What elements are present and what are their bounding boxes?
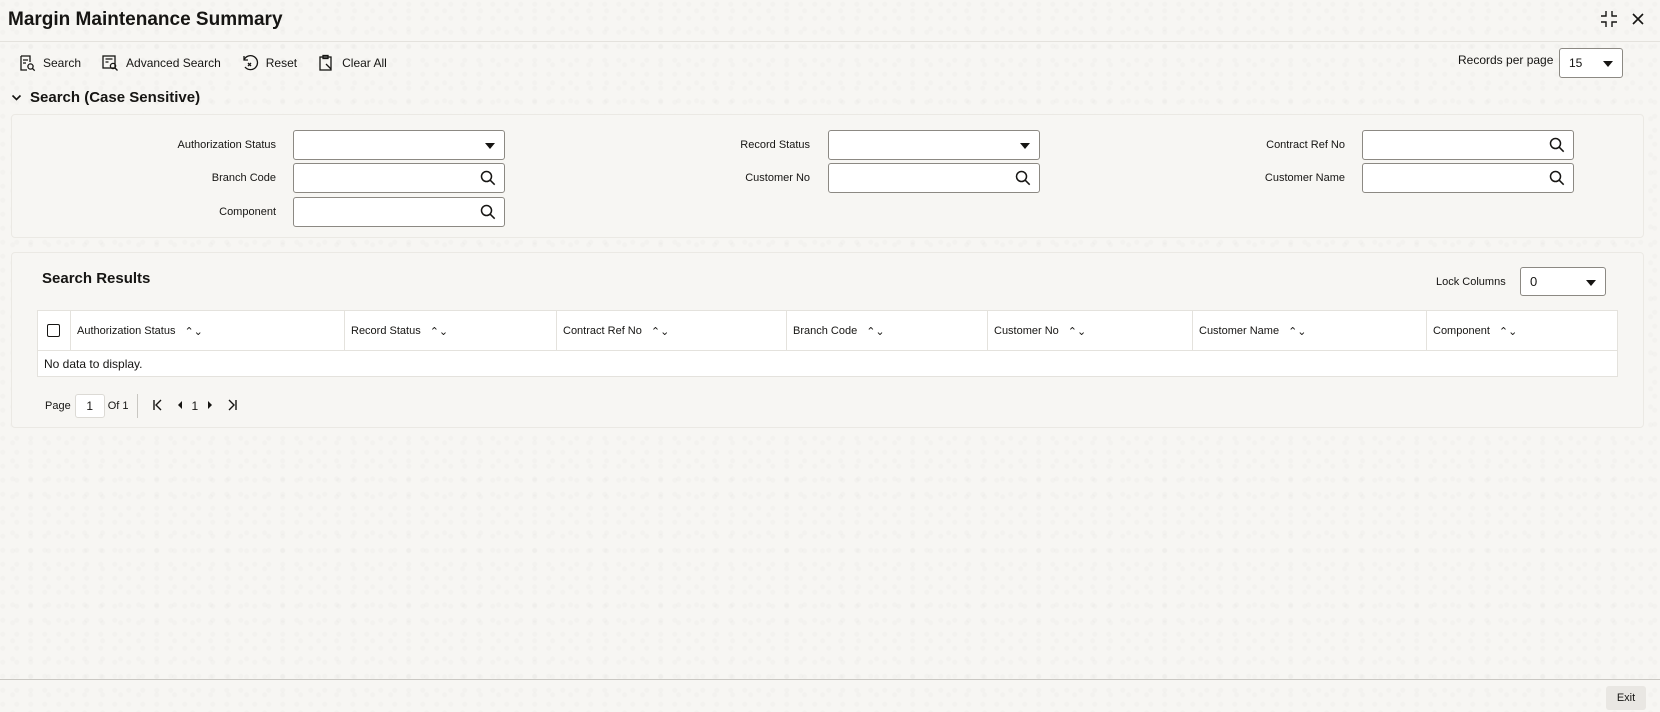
contract-ref-no-field[interactable] [1362,130,1574,160]
sort-icon[interactable]: ⌃⌄ [430,325,448,338]
customer-name-label: Customer Name [1264,172,1345,184]
component-label: Component [219,206,276,218]
chevron-down-icon [1603,61,1613,67]
search-button-label: Search [43,56,82,70]
search-icon[interactable] [480,170,496,186]
previous-page-icon[interactable] [170,399,190,414]
records-per-page-value: 15 [1569,56,1583,70]
clear-all-button-label: Clear All [342,56,387,70]
column-header-label: Customer Name [1199,325,1280,337]
sort-icon[interactable]: ⌃⌄ [1068,325,1086,338]
pager-divider [136,394,138,418]
collapse-icon[interactable] [1600,10,1618,33]
column-customer-no[interactable]: Customer No ⌃⌄ [988,311,1193,351]
sort-icon[interactable]: ⌃⌄ [1288,325,1306,338]
page-number-button[interactable]: 1 [190,399,201,413]
chevron-down-icon [11,94,22,101]
authorization-status-label: Authorization Status [177,139,276,151]
column-branch-code[interactable]: Branch Code ⌃⌄ [787,311,988,351]
chevron-down-icon [485,143,495,149]
advanced-search-button-label: Advanced Search [126,56,221,70]
advanced-search-button[interactable]: Advanced Search [101,52,221,74]
reset-button-label: Reset [265,56,298,70]
results-title: Search Results [42,270,151,287]
customer-no-label: Customer No [745,172,810,184]
component-field[interactable] [293,197,505,227]
search-section-title: Search (Case Sensitive) [30,89,201,106]
search-icon[interactable] [1549,170,1565,186]
close-icon[interactable] [1630,10,1646,33]
lock-columns-value: 0 [1530,274,1538,289]
first-page-icon[interactable] [146,399,170,414]
lock-columns-select[interactable]: 0 [1520,267,1606,296]
sort-icon[interactable]: ⌃⌄ [866,325,884,338]
sort-icon[interactable]: ⌃⌄ [1499,325,1517,338]
record-status-select[interactable] [828,130,1040,160]
page-label: Page [45,400,71,412]
exit-button[interactable]: Exit [1606,686,1646,710]
lock-columns-label: Lock Columns [1436,276,1506,288]
pagination: Page 1 Of 1 1 [45,394,244,418]
chevron-down-icon [1586,280,1596,286]
next-page-icon[interactable] [200,399,220,414]
records-per-page-select[interactable]: 15 [1559,48,1623,78]
records-per-page-label: Records per page [1458,53,1554,67]
search-doc-icon [20,55,36,72]
column-customer-name[interactable]: Customer Name ⌃⌄ [1193,311,1427,351]
footer-bar: Exit [0,679,1660,712]
clipboard-icon [319,54,332,71]
branch-code-label: Branch Code [211,172,276,184]
customer-name-field[interactable] [1362,163,1574,193]
advanced-search-icon [102,55,118,71]
sort-icon[interactable]: ⌃⌄ [184,325,202,338]
column-record-status[interactable]: Record Status ⌃⌄ [345,311,557,351]
search-button[interactable]: Search [18,52,81,74]
title-bar: Margin Maintenance Summary [0,0,1660,42]
page-of-label: Of 1 [107,400,129,412]
customer-no-field[interactable] [828,163,1040,193]
sort-icon[interactable]: ⌃⌄ [651,325,669,338]
column-authorization-status[interactable]: Authorization Status ⌃⌄ [71,311,345,351]
empty-message: No data to display. [44,357,143,371]
column-header-label: Component [1433,325,1490,337]
chevron-down-icon [1020,143,1030,149]
column-header-label: Authorization Status [77,325,176,337]
select-all-checkbox[interactable] [47,324,60,337]
authorization-status-select[interactable] [293,130,505,160]
column-contract-ref-no[interactable]: Contract Ref No ⌃⌄ [557,311,787,351]
search-section-toggle[interactable]: Search (Case Sensitive) [11,89,200,106]
reset-icon [243,55,258,71]
table-header: Authorization Status ⌃⌄ Record Status ⌃⌄… [38,311,1617,351]
search-icon[interactable] [1015,170,1031,186]
column-component[interactable]: Component ⌃⌄ [1427,311,1617,351]
select-all-column [38,311,71,351]
search-icon[interactable] [480,204,496,220]
column-header-label: Record Status [351,325,421,337]
record-status-label: Record Status [740,139,810,151]
window-controls [1600,10,1646,33]
branch-code-field[interactable] [293,163,505,193]
search-icon[interactable] [1549,137,1565,153]
column-header-label: Contract Ref No [563,325,642,337]
contract-ref-no-label: Contract Ref No [1266,139,1345,151]
column-header-label: Customer No [994,325,1059,337]
page-title: Margin Maintenance Summary [8,9,283,30]
column-header-label: Branch Code [793,325,858,337]
clear-all-button[interactable]: Clear All [317,52,387,74]
page-input[interactable]: 1 [74,394,105,418]
results-table: Authorization Status ⌃⌄ Record Status ⌃⌄… [37,310,1618,377]
toolbar: Search Advanced Search Reset Clear All [18,52,387,74]
reset-button[interactable]: Reset [241,52,297,74]
last-page-icon[interactable] [220,399,244,414]
